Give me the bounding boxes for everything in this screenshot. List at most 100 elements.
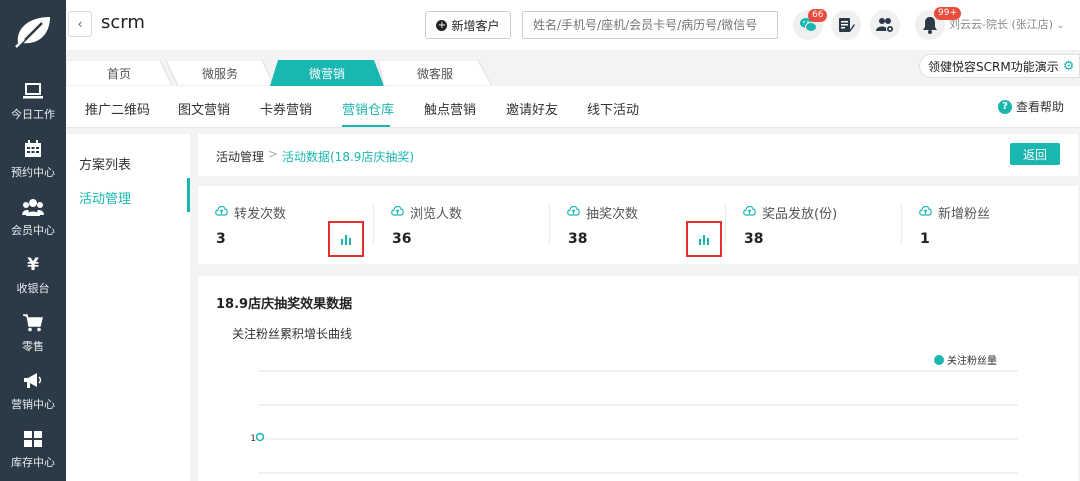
yen-icon: ¥ bbox=[27, 254, 39, 275]
subnav-touchpoint-marketing[interactable]: 触点营销 bbox=[424, 99, 476, 118]
add-customer-button[interactable]: + 新增客户 bbox=[425, 11, 511, 39]
sidebar-item-retail[interactable]: 零售 bbox=[0, 304, 66, 362]
bar-chart-icon bbox=[699, 234, 709, 245]
cloud-upload-icon bbox=[567, 205, 580, 216]
subnav-invite-friends[interactable]: 邀请好友 bbox=[506, 99, 558, 118]
back-button[interactable]: ‹ bbox=[68, 11, 92, 37]
effect-data-panel: 18.9店庆抽奖效果数据 关注粉丝累积增长曲线 关注粉丝量 1 bbox=[198, 276, 1078, 481]
help-link[interactable]: ? 查看帮助 bbox=[998, 98, 1064, 115]
draws-chart-button[interactable] bbox=[686, 221, 722, 257]
fan-growth-chart: 1 bbox=[250, 370, 1018, 474]
chevron-down-icon: ⌄ bbox=[1056, 21, 1065, 31]
app-logo[interactable] bbox=[0, 0, 66, 62]
subnav-coupon-marketing[interactable]: 卡券营销 bbox=[260, 99, 312, 118]
user-menu[interactable]: 刘云云-院长 (张江店) ⌄ bbox=[949, 16, 1064, 32]
sidebar-item-label: 营销中心 bbox=[11, 397, 55, 411]
sidebar-item-label: 收银台 bbox=[16, 281, 50, 295]
help-label: 查看帮助 bbox=[1016, 100, 1065, 114]
megaphone-icon bbox=[22, 371, 44, 391]
submenu-plan-list[interactable]: 方案列表 bbox=[79, 154, 131, 173]
active-tab-underline bbox=[342, 125, 390, 127]
stats-panel: 转发次数 3 浏览人数 36 抽奖次数 38 奖品发放(份) 38 新增粉丝 1 bbox=[198, 186, 1078, 264]
breadcrumb-current: 活动数据(18.9店庆抽奖) bbox=[282, 150, 415, 164]
subnav-marketing-warehouse[interactable]: 营销仓库 bbox=[342, 99, 394, 118]
series-point[interactable] bbox=[255, 432, 265, 442]
tab-micro-marketing[interactable]: 微营销 bbox=[270, 60, 384, 86]
sidebar-item-marketing[interactable]: 营销中心 bbox=[0, 362, 66, 420]
sidebar-item-members[interactable]: 会员中心 bbox=[0, 188, 66, 246]
tab-micro-service[interactable]: 微服务 bbox=[166, 60, 274, 86]
sidebar-item-label: 会员中心 bbox=[11, 223, 55, 237]
tab-micro-customer-service[interactable]: 微客服 bbox=[378, 60, 492, 86]
stat-label: 新增粉丝 bbox=[938, 207, 991, 222]
subnav-promo-qrcode[interactable]: 推广二维码 bbox=[85, 99, 150, 118]
sidebar-item-inventory[interactable]: 库存中心 bbox=[0, 420, 66, 478]
sidebar-item-label: 今日工作 bbox=[11, 107, 55, 121]
grid-icon bbox=[22, 429, 44, 449]
bar-chart-icon bbox=[341, 234, 351, 245]
return-button[interactable]: 返回 bbox=[1010, 143, 1060, 165]
stat-label: 抽奖次数 bbox=[586, 207, 639, 222]
tab-home[interactable]: 首页 bbox=[66, 60, 172, 86]
app-title: scrm bbox=[101, 12, 145, 33]
sidebar-item-label: 预约中心 bbox=[11, 165, 55, 179]
tasks-button[interactable] bbox=[831, 10, 861, 40]
sidebar-item-cashier[interactable]: ¥ 收银台 bbox=[0, 246, 66, 304]
cloud-upload-icon bbox=[215, 205, 228, 216]
leaf-logo-icon bbox=[15, 17, 50, 48]
clipboard-edit-icon bbox=[839, 18, 855, 32]
members-icon bbox=[22, 197, 44, 217]
stat-value: 38 bbox=[744, 231, 764, 247]
demo-button-label: 领健悦容SCRM功能演示 bbox=[928, 59, 1059, 74]
submenu-activity-management[interactable]: 活动管理 bbox=[79, 188, 131, 207]
tab-label: 首页 bbox=[106, 66, 131, 81]
question-icon: ? bbox=[998, 99, 1012, 114]
tab-label: 微客服 bbox=[416, 66, 453, 81]
add-customer-label: 新增客户 bbox=[451, 18, 500, 33]
stat-value: 38 bbox=[568, 231, 588, 247]
stat-value: 36 bbox=[392, 231, 412, 247]
forwards-chart-button[interactable] bbox=[328, 221, 364, 257]
cloud-upload-icon bbox=[919, 205, 932, 216]
user-name: 刘云云-院长 (张江店) bbox=[949, 18, 1054, 31]
breadcrumb-root[interactable]: 活动管理 bbox=[216, 148, 264, 165]
stat-label: 转发次数 bbox=[234, 207, 287, 222]
subnav-graphic-marketing[interactable]: 图文营销 bbox=[178, 99, 230, 118]
cart-icon bbox=[22, 313, 44, 333]
stat-label: 浏览人数 bbox=[410, 207, 463, 222]
chart-title: 关注粉丝累积增长曲线 bbox=[232, 327, 353, 341]
calendar-icon bbox=[22, 139, 44, 159]
stat-value: 3 bbox=[216, 231, 226, 247]
left-nav: 今日工作 预约中心 会员中心 ¥ 收银台 零售 营销中心 库存中心 bbox=[0, 0, 66, 481]
sidebar-item-label: 库存中心 bbox=[11, 455, 55, 469]
sidebar-item-booking[interactable]: 预约中心 bbox=[0, 130, 66, 188]
stat-value: 1 bbox=[920, 231, 930, 247]
stat-label: 奖品发放(份) bbox=[762, 207, 838, 222]
gear-icon: ⚙ bbox=[1062, 58, 1075, 74]
breadcrumb: 活动管理 > 活动数据(18.9店庆抽奖) bbox=[198, 134, 1078, 176]
wechat-badge: 66 bbox=[808, 9, 828, 22]
panel-title: 18.9店庆抽奖效果数据 bbox=[216, 297, 353, 312]
team-button[interactable] bbox=[870, 10, 900, 40]
sidebar-item-label: 零售 bbox=[22, 339, 44, 353]
scrm-demo-button[interactable]: 领健悦容SCRM功能演示 ⚙ bbox=[919, 54, 1080, 78]
tab-label: 微服务 bbox=[201, 66, 238, 81]
active-indicator bbox=[187, 178, 190, 212]
chevron-left-icon: ‹ bbox=[77, 17, 83, 31]
cloud-upload-icon bbox=[391, 205, 404, 216]
cloud-upload-icon bbox=[743, 205, 756, 216]
breadcrumb-separator: > bbox=[268, 147, 279, 161]
y-tick-label: 1 bbox=[250, 434, 256, 444]
tab-label: 微营销 bbox=[308, 66, 345, 81]
subnav-offline-activity[interactable]: 线下活动 bbox=[587, 99, 639, 118]
laptop-icon bbox=[22, 81, 44, 101]
sidebar-item-today[interactable]: 今日工作 bbox=[0, 72, 66, 130]
team-settings-icon bbox=[876, 18, 894, 33]
side-submenu: 方案列表 活动管理 bbox=[66, 134, 190, 481]
sub-navigation: 推广二维码 图文营销 卡券营销 营销仓库 触点营销 邀请好友 线下活动 ? 查看… bbox=[66, 86, 1080, 128]
stat-prizes: 奖品发放(份) 38 bbox=[726, 186, 902, 264]
search-input[interactable] bbox=[522, 11, 778, 39]
stat-new-fans: 新增粉丝 1 bbox=[902, 186, 1078, 264]
stat-views: 浏览人数 36 bbox=[374, 186, 550, 264]
plus-icon: + bbox=[436, 19, 448, 31]
